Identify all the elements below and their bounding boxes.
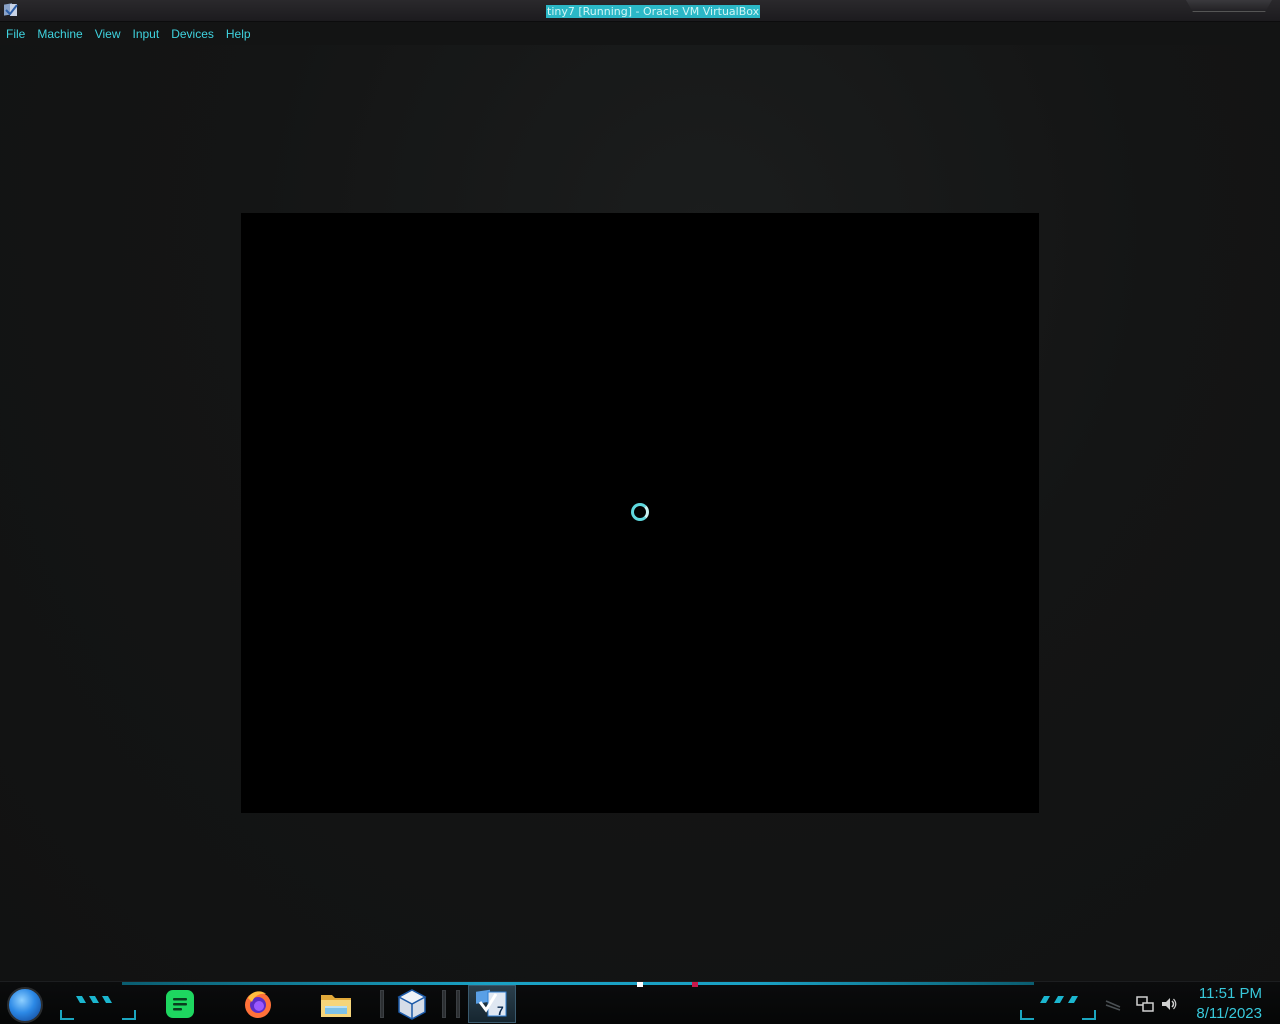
taskbar-separator bbox=[442, 990, 446, 1018]
decor-bracket bbox=[1020, 1010, 1034, 1020]
vm-badge: 7 bbox=[497, 1004, 504, 1018]
windows7-vm-icon bbox=[474, 988, 510, 1020]
menu-devices[interactable]: Devices bbox=[165, 23, 220, 45]
tray-overflow-icon[interactable] bbox=[1104, 995, 1122, 1013]
menu-file[interactable]: File bbox=[0, 23, 31, 45]
taskbar-app-file-explorer[interactable] bbox=[316, 985, 356, 1023]
folder-icon bbox=[319, 989, 353, 1019]
taskbar-accent-mark bbox=[692, 982, 698, 987]
taskbar: 7 11:51 PM 8/11/2023 bbox=[0, 981, 1280, 1024]
virtualbox-icon[interactable] bbox=[2, 2, 20, 20]
menu-help[interactable]: Help bbox=[220, 23, 257, 45]
taskbar-accent-mark bbox=[637, 982, 643, 987]
taskbar-separator bbox=[380, 990, 384, 1018]
decor-bracket bbox=[1082, 1010, 1096, 1020]
decor-bracket bbox=[60, 1010, 74, 1020]
virtualbox-icon bbox=[397, 988, 427, 1020]
volume-icon[interactable] bbox=[1160, 995, 1178, 1013]
clock-time: 11:51 PM bbox=[1198, 985, 1262, 1002]
start-orb-icon[interactable] bbox=[7, 987, 43, 1023]
taskbar-separator bbox=[456, 990, 460, 1018]
taskbar-app-virtualbox[interactable] bbox=[392, 985, 432, 1023]
vm-screen[interactable] bbox=[241, 213, 1039, 813]
spotify-icon bbox=[165, 989, 195, 1019]
window-title: tiny7 [Running] - Oracle VM VirtualBox bbox=[546, 5, 761, 18]
taskbar-app-tiny7-vm[interactable]: 7 bbox=[468, 985, 516, 1023]
clock-date: 8/11/2023 bbox=[1196, 1005, 1262, 1022]
menu-bar: File Machine View Input Devices Help bbox=[0, 23, 1280, 45]
taskbar-clock[interactable]: 11:51 PM 8/11/2023 bbox=[1182, 984, 1262, 1024]
menu-machine[interactable]: Machine bbox=[31, 23, 88, 45]
menu-input[interactable]: Input bbox=[127, 23, 166, 45]
decor-chevron bbox=[1040, 996, 1050, 1003]
decor-chevron bbox=[89, 996, 99, 1003]
firefox-icon bbox=[242, 988, 274, 1020]
decor-chevron bbox=[1068, 996, 1078, 1003]
taskbar-app-firefox[interactable] bbox=[238, 985, 278, 1023]
window-controls[interactable] bbox=[1186, 0, 1272, 12]
decor-chevron bbox=[102, 996, 112, 1003]
decor-bracket bbox=[122, 1010, 136, 1020]
decor-chevron bbox=[76, 996, 86, 1003]
decor-chevron bbox=[1054, 996, 1064, 1003]
network-icon[interactable] bbox=[1136, 995, 1154, 1013]
taskbar-app-spotify[interactable] bbox=[160, 985, 200, 1023]
loading-spinner-icon bbox=[631, 503, 649, 521]
vm-display-area[interactable] bbox=[0, 45, 1280, 981]
window-titlebar[interactable]: tiny7 [Running] - Oracle VM VirtualBox bbox=[0, 0, 1280, 22]
menu-view[interactable]: View bbox=[89, 23, 127, 45]
